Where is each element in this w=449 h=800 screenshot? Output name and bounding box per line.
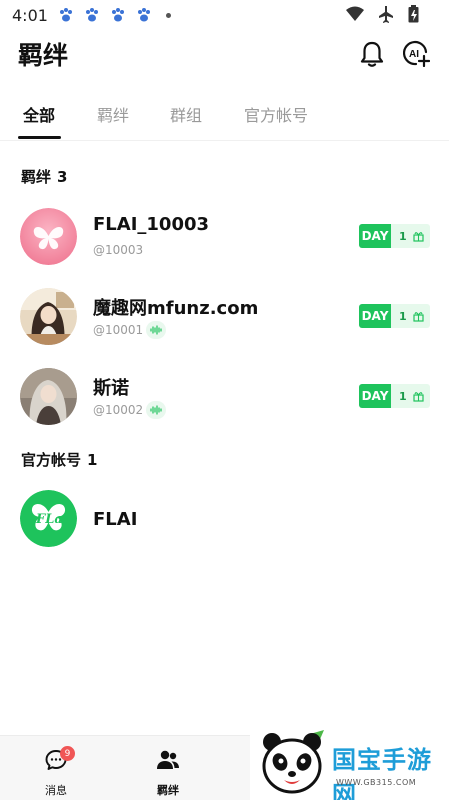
official-account-row[interactable]: FLai FLAI: [0, 490, 449, 570]
contact-name: 斯诺: [93, 378, 129, 399]
tab-groups[interactable]: 群组: [170, 102, 202, 126]
section-count: 1: [87, 451, 98, 469]
voice-icon: [146, 401, 166, 419]
avatar: [20, 288, 77, 345]
active-tab-indicator: [18, 136, 61, 139]
day-streak-badge: DAY 1: [359, 224, 430, 248]
day-streak-badge: DAY 1: [359, 304, 430, 328]
contact-id: @10001: [93, 323, 144, 337]
tab-bar: 全部 羁绊 群组 官方帐号: [0, 96, 449, 140]
status-time: 4:01: [12, 5, 48, 25]
contact-row[interactable]: 魔趣网mfunz.com @10001 DAY 1: [0, 288, 449, 368]
contact-name: FLAI_10003: [93, 214, 210, 235]
svg-text:AI: AI: [409, 49, 419, 60]
official-section-title: 官方帐号 1: [21, 449, 97, 470]
tab-all[interactable]: 全部: [23, 102, 55, 126]
ai-add-icon[interactable]: AI: [402, 39, 430, 67]
nav-messages[interactable]: 9 消息: [31, 744, 81, 797]
gift-icon: [413, 391, 424, 402]
day-count: 1: [399, 309, 407, 323]
section-count: 3: [57, 168, 68, 186]
paw-notification-icon: [59, 8, 72, 22]
day-streak-badge: DAY 1: [359, 384, 430, 408]
day-label: DAY: [359, 304, 391, 328]
bell-icon[interactable]: [359, 40, 385, 68]
people-icon: [157, 750, 179, 769]
tabs-divider: [0, 140, 449, 141]
gift-icon: [413, 231, 424, 242]
section-title-label: 羁绊: [21, 168, 52, 186]
more-notifications-dot: [165, 12, 171, 18]
status-icons: [346, 5, 419, 23]
nav-label: 羁绊: [157, 784, 179, 797]
avatar: [20, 368, 77, 425]
tab-official-accounts[interactable]: 官方帐号: [244, 102, 308, 126]
panda-logo: [262, 730, 324, 794]
contact-row[interactable]: FLAI_10003 @10003 DAY 1: [0, 208, 449, 288]
nav-label: 消息: [45, 784, 67, 797]
svg-text:FLai: FLai: [35, 512, 68, 527]
flai-logo-avatar: FLai: [20, 490, 77, 547]
battery-icon: [408, 5, 419, 23]
contact-row[interactable]: 斯诺 @10002 DAY 1: [0, 368, 449, 448]
contact-name: 魔趣网mfunz.com: [93, 298, 259, 319]
day-count: 1: [399, 229, 407, 243]
nav-bonds[interactable]: 羁绊: [143, 744, 193, 797]
paw-notification-icon: [111, 8, 124, 22]
paw-notification-icon: [137, 8, 150, 22]
gift-icon: [413, 311, 424, 322]
wifi-icon: [346, 6, 364, 21]
day-count: 1: [399, 389, 407, 403]
watermark-text: 国宝手游网: [332, 746, 432, 800]
tab-bonds[interactable]: 羁绊: [97, 102, 129, 126]
header: 羁绊 AI: [0, 30, 449, 80]
contact-id: @10002: [93, 403, 144, 417]
page-title: 羁绊: [18, 41, 69, 70]
section-title-label: 官方帐号: [21, 451, 82, 469]
contact-id: @10003: [93, 243, 144, 257]
airplane-icon: [379, 6, 393, 23]
watermark-url: WWW.GB315.COM: [336, 778, 417, 787]
unread-badge: 9: [60, 746, 75, 761]
avatar: [20, 208, 77, 265]
bonds-section-title: 羁绊 3: [21, 166, 67, 187]
day-label: DAY: [359, 224, 391, 248]
site-watermark: 国宝手游网 WWW.GB315.COM: [250, 728, 449, 800]
official-account-name: FLAI: [93, 509, 138, 530]
voice-icon: [146, 321, 166, 339]
day-label: DAY: [359, 384, 391, 408]
status-bar: 4:01: [0, 0, 449, 30]
paw-notification-icon: [85, 8, 98, 22]
